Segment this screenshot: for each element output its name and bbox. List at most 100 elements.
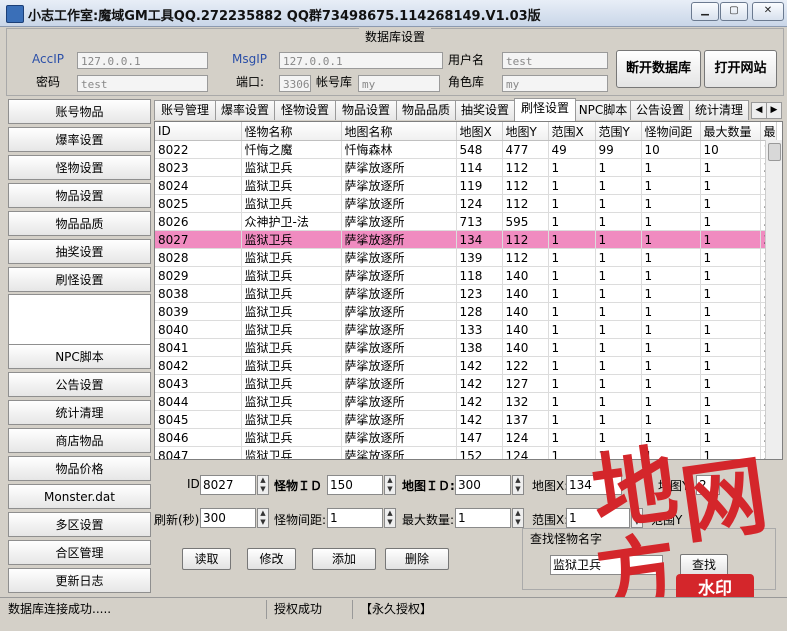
msgip-field[interactable]: 127.0.0.1 — [279, 52, 443, 69]
table-row[interactable]: 8022忏悔之魔忏悔森林548477499910101 — [155, 140, 777, 159]
table-row[interactable]: 8038监狱卫兵萨挲放逐所12314011113 — [155, 284, 777, 303]
tab-items[interactable]: 物品设置 — [335, 100, 397, 120]
password-label: 密码 — [36, 75, 61, 89]
table-row[interactable]: 8025监狱卫兵萨挲放逐所12411211113 — [155, 194, 777, 213]
map-id-stepper[interactable]: ▲ ▼ — [512, 475, 524, 495]
password-field[interactable]: test — [77, 75, 208, 92]
column-header[interactable]: 范围Y — [595, 122, 642, 141]
max-count-stepper[interactable]: ▲ ▼ — [512, 508, 524, 528]
username-label: 用户名 — [448, 53, 485, 67]
tab-account-management[interactable]: 账号管理 — [154, 100, 216, 120]
accip-field[interactable]: 127.0.0.1 — [77, 52, 208, 69]
sidebar-item-monster[interactable]: 怪物设置 — [8, 155, 151, 180]
max-count-input[interactable]: 1 — [455, 508, 511, 528]
sidebar-item-lottery[interactable]: 抽奖设置 — [8, 239, 151, 264]
column-header[interactable]: 最 — [760, 122, 777, 141]
sidebar-item-items[interactable]: 物品设置 — [8, 183, 151, 208]
spacing-input[interactable]: 1 — [327, 508, 383, 528]
tab-npc-script[interactable]: NPC脚本 — [575, 100, 631, 120]
table-row[interactable]: 8039监狱卫兵萨挲放逐所12814011113 — [155, 302, 777, 321]
sidebar-item-statistics[interactable]: 统计清理 — [8, 400, 151, 425]
refresh-input[interactable]: 300 — [200, 508, 256, 528]
id-input[interactable]: 8027 — [200, 475, 256, 495]
tab-scroll-right-icon[interactable]: ▶ — [766, 102, 782, 119]
username-field[interactable]: test — [502, 52, 608, 69]
table-header-row: ID 怪物名称 地图名称 地图X 地图Y 范围X 范围Y 怪物间距 最大数量最 — [155, 122, 777, 141]
column-header[interactable]: 最大数量 — [700, 122, 761, 141]
table-row[interactable]: 8041监狱卫兵萨挲放逐所13814011113 — [155, 338, 777, 357]
tab-lottery[interactable]: 抽奖设置 — [455, 100, 515, 120]
table-row[interactable]: 8023监狱卫兵萨挲放逐所11411211113 — [155, 158, 777, 177]
column-header[interactable]: 地图X — [456, 122, 503, 141]
account-db-label: 帐号库 — [316, 75, 353, 89]
maximize-button[interactable]: ▢ — [720, 2, 748, 21]
table-row[interactable]: 8043监狱卫兵萨挲放逐所14212711113 — [155, 374, 777, 393]
table-row[interactable]: 8042监狱卫兵萨挲放逐所14212211113 — [155, 356, 777, 375]
table-row[interactable]: 8028监狱卫兵萨挲放逐所13911211113 — [155, 248, 777, 267]
column-header[interactable]: 地图Y — [502, 122, 549, 141]
delete-button[interactable]: 删除 — [385, 548, 449, 570]
table-cell: 124 — [502, 428, 549, 447]
sidebar-item-drop-rate[interactable]: 爆率设置 — [8, 127, 151, 152]
sidebar-item-account-items[interactable]: 账号物品 — [8, 99, 151, 124]
table-cell: 122 — [502, 356, 549, 375]
table-row[interactable]: 8024监狱卫兵萨挲放逐所11911211113 — [155, 176, 777, 195]
sidebar-item-multi-zone[interactable]: 多区设置 — [8, 512, 151, 537]
monster-id-stepper[interactable]: ▲ ▼ — [384, 475, 396, 495]
column-header[interactable]: 范围X — [548, 122, 596, 141]
disconnect-db-button[interactable]: 断开数据库 — [616, 50, 701, 88]
sidebar-item-changelog[interactable]: 更新日志 — [8, 568, 151, 593]
scrollbar-thumb[interactable] — [768, 143, 781, 161]
add-button[interactable]: 添加 — [312, 548, 376, 570]
column-header[interactable]: 怪物间距 — [641, 122, 701, 141]
sidebar-item-monster-dat[interactable]: Monster.dat — [8, 484, 151, 509]
tab-drop-rate[interactable]: 爆率设置 — [215, 100, 275, 120]
open-website-button[interactable]: 打开网站 — [704, 50, 777, 88]
refresh-stepper[interactable]: ▲ ▼ — [257, 508, 269, 528]
table-cell: 8039 — [155, 302, 242, 321]
column-header[interactable]: 地图名称 — [341, 122, 457, 141]
tab-statistics[interactable]: 统计清理 — [689, 100, 749, 120]
sidebar-item-merge-zone[interactable]: 合区管理 — [8, 540, 151, 565]
modify-button[interactable]: 修改 — [247, 548, 296, 570]
role-db-field[interactable]: my — [502, 75, 608, 92]
tab-item-quality[interactable]: 物品品质 — [396, 100, 456, 120]
table-cell: 140 — [502, 284, 549, 303]
column-header[interactable]: 怪物名称 — [241, 122, 342, 141]
table-cell: 142 — [456, 392, 503, 411]
account-db-field[interactable]: my — [358, 75, 440, 92]
close-button[interactable]: ✕ — [752, 2, 784, 21]
table-cell: 萨挲放逐所 — [341, 212, 457, 231]
table-row[interactable]: 8040监狱卫兵萨挲放逐所13314011113 — [155, 320, 777, 339]
table-row[interactable]: 8026众神护卫-法萨挲放逐所71359511113 — [155, 212, 777, 231]
spawn-table[interactable]: ID 怪物名称 地图名称 地图X 地图Y 范围X 范围Y 怪物间距 最大数量最 8022 忏悔之魔… — [154, 121, 783, 460]
sidebar-item-npc-script[interactable]: NPC脚本 — [8, 344, 151, 369]
sidebar-item-spawn[interactable]: 刷怪设置 — [8, 267, 151, 292]
table-row[interactable]: 8045监狱卫兵萨挲放逐所14213711113 — [155, 410, 777, 429]
sidebar-item-item-quality[interactable]: 物品品质 — [8, 211, 151, 236]
table-cell: 1 — [548, 194, 596, 213]
read-button[interactable]: 读取 — [182, 548, 231, 570]
column-header[interactable]: ID — [155, 122, 242, 141]
tab-monster[interactable]: 怪物设置 — [274, 100, 336, 120]
map-id-input[interactable]: 300 — [455, 475, 511, 495]
tab-scroll-left-icon[interactable]: ◀ — [751, 102, 767, 119]
spacing-stepper[interactable]: ▲ ▼ — [384, 508, 396, 528]
id-stepper[interactable]: ▲ ▼ — [257, 475, 269, 495]
sidebar-item-announcement[interactable]: 公告设置 — [8, 372, 151, 397]
table-cell: 112 — [502, 194, 549, 213]
license-status-text: 【永久授权】 — [360, 602, 433, 616]
table-row[interactable]: 8027监狱卫兵萨挲放逐所13411211113 — [155, 230, 777, 249]
tab-spawn[interactable]: 刷怪设置 — [514, 98, 576, 121]
sidebar-item-shop[interactable]: 商店物品 — [8, 428, 151, 453]
monster-id-input[interactable]: 150 — [327, 475, 383, 495]
table-cell: 1 — [641, 158, 701, 177]
minimize-button[interactable]: ▁ — [691, 2, 719, 21]
table-row[interactable]: 8029监狱卫兵萨挲放逐所11814011113 — [155, 266, 777, 285]
sidebar-item-item-price[interactable]: 物品价格 — [8, 456, 151, 481]
vertical-scrollbar[interactable] — [765, 140, 782, 459]
tab-announcement[interactable]: 公告设置 — [630, 100, 690, 120]
table-cell: 49 — [548, 140, 596, 159]
port-field[interactable]: 3306 — [279, 75, 311, 92]
table-row[interactable]: 8044监狱卫兵萨挲放逐所14213211113 — [155, 392, 777, 411]
